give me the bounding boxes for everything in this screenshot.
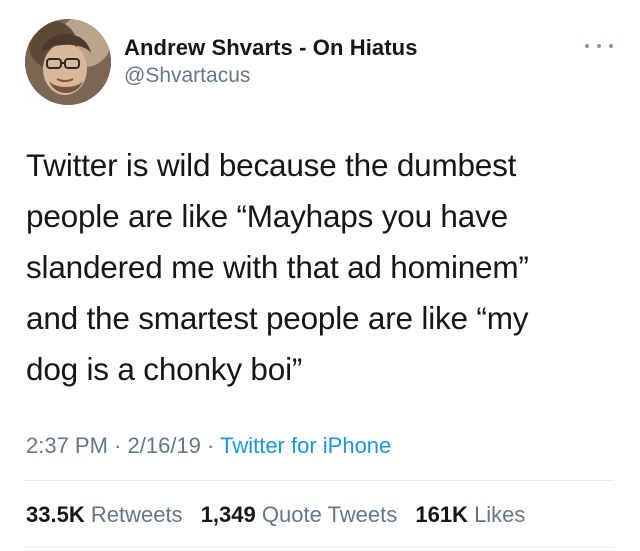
- divider: [24, 547, 614, 548]
- avatar[interactable]: [25, 19, 111, 105]
- tweet-text-line: slandered me with that ad hominem”: [26, 249, 529, 285]
- meta-separator: ·: [207, 433, 215, 458]
- more-dot: [609, 44, 613, 48]
- more-dot: [597, 44, 601, 48]
- tweet-metadata: 2:37 PM · 2/16/19 · Twitter for iPhone: [26, 433, 391, 459]
- avatar-photo: [25, 19, 111, 105]
- tweet-card: Andrew Shvarts - On Hiatus @Shvartacus T…: [0, 0, 640, 551]
- tweet-text-line: Twitter is wild because the dumbest: [26, 147, 517, 183]
- divider: [24, 480, 614, 481]
- likes-label: Likes: [474, 502, 526, 527]
- tweet-text-line: and the smartest people are like “my: [26, 300, 529, 336]
- likes-stat[interactable]: 161K Likes: [415, 502, 525, 527]
- likes-count: 161K: [415, 502, 468, 527]
- author-handle[interactable]: @Shvartacus: [124, 64, 250, 88]
- tweet-source-link[interactable]: Twitter for iPhone: [220, 433, 391, 458]
- retweets-count: 33.5K: [26, 502, 85, 527]
- retweets-label: Retweets: [90, 502, 183, 527]
- more-dot: [585, 44, 589, 48]
- more-horizontal-icon[interactable]: [585, 40, 613, 52]
- tweet-date[interactable]: 2/16/19: [128, 433, 201, 458]
- quote-tweets-label: Quote Tweets: [261, 502, 398, 527]
- retweets-stat[interactable]: 33.5K Retweets: [26, 502, 183, 527]
- tweet-text-line: people are like “Mayhaps you have: [26, 198, 508, 234]
- quote-tweets-count: 1,349: [200, 502, 256, 527]
- tweet-time[interactable]: 2:37 PM: [26, 433, 108, 458]
- meta-separator: ·: [114, 433, 122, 458]
- tweet-stats: 33.5K Retweets 1,349 Quote Tweets 161K L…: [26, 502, 537, 528]
- quote-tweets-stat[interactable]: 1,349 Quote Tweets: [201, 502, 398, 527]
- tweet-text: Twitter is wild because the dumbest peop…: [26, 140, 626, 395]
- author-display-name[interactable]: Andrew Shvarts - On Hiatus: [124, 35, 418, 61]
- tweet-text-line: dog is a chonky boi”: [26, 351, 303, 387]
